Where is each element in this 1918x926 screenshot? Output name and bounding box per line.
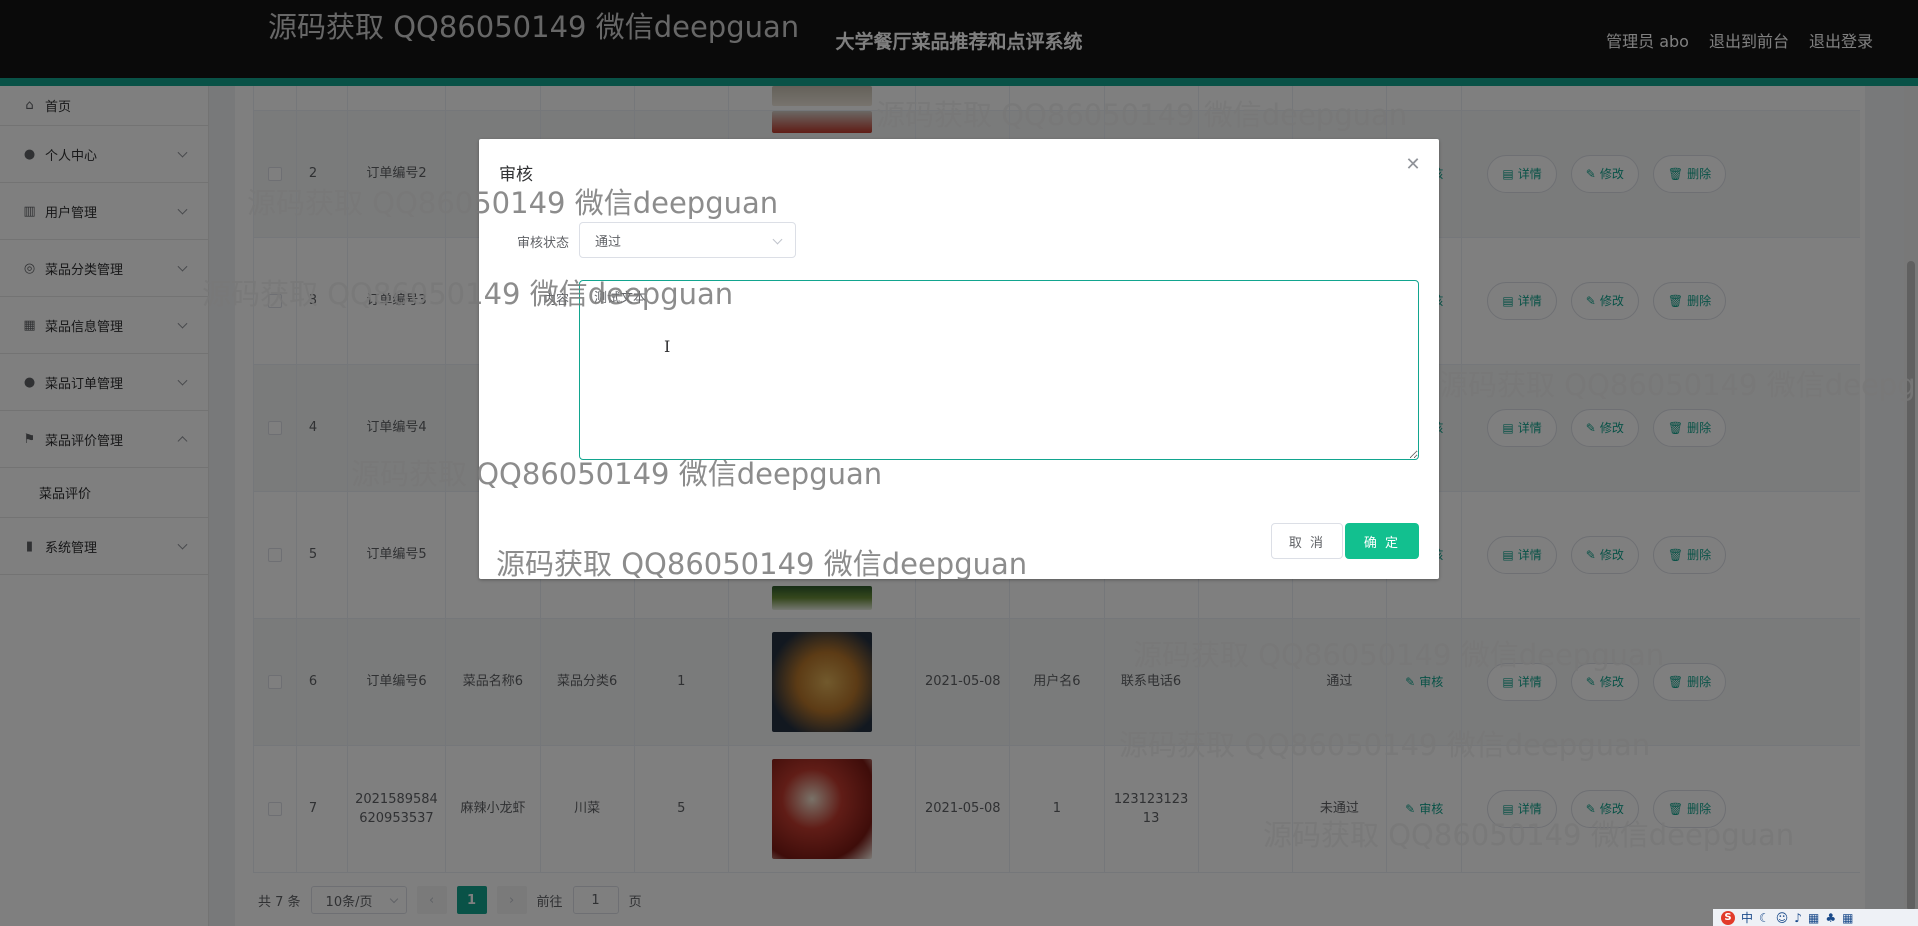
mic-icon[interactable]: ♪ (1794, 911, 1802, 925)
ime-tray: S 中 ☾ ☺ ♪ ▦ ♣ ▦ (1713, 909, 1918, 926)
dialog-title: 审核 (499, 165, 533, 185)
chevron-down-icon (772, 234, 783, 245)
moon-icon[interactable]: ☾ (1759, 911, 1770, 925)
grid-icon[interactable]: ▦ (1842, 911, 1853, 925)
cancel-button[interactable]: 取 消 (1271, 523, 1343, 559)
status-select[interactable]: 通过 (579, 222, 796, 258)
content-label: 内容 (542, 293, 569, 308)
sogou-logo-icon[interactable]: S (1721, 910, 1735, 925)
confirm-button[interactable]: 确 定 (1345, 523, 1419, 559)
audit-dialog: 审核 ✕ 审核状态 通过 内容 测试文本 I 取 消 确 定 (479, 139, 1439, 579)
status-label: 审核状态 (516, 236, 569, 251)
close-icon[interactable]: ✕ (1405, 156, 1421, 174)
keyboard-icon[interactable]: ▦ (1808, 911, 1819, 925)
shirt-icon[interactable]: ♣ (1825, 911, 1836, 925)
content-textarea[interactable]: 测试文本 (579, 280, 1419, 460)
smile-icon[interactable]: ☺ (1776, 911, 1789, 925)
chinese-mode-icon[interactable]: 中 (1741, 909, 1753, 926)
